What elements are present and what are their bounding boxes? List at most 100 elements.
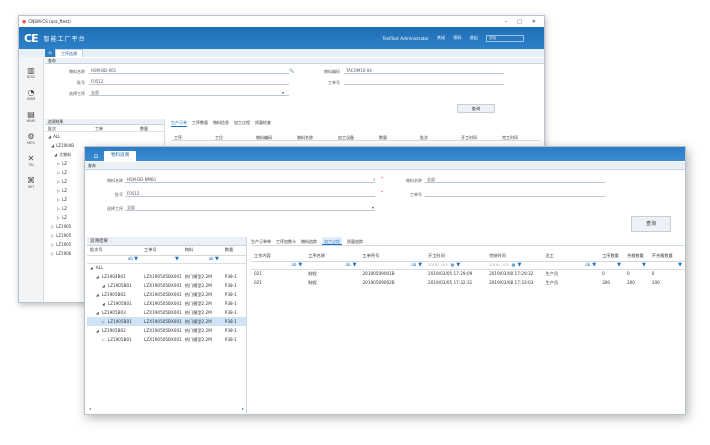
- subtab-1[interactable]: 工序加数卡: [276, 237, 296, 245]
- text-filter-icon[interactable]: ab: [346, 262, 351, 267]
- tree-row[interactable]: ◢ LZ1905B01 LZX190505BX001 热门模型2.2M P38-1: [87, 299, 246, 308]
- work-order-input[interactable]: [425, 191, 605, 197]
- tree-expand-icon[interactable]: ▷: [102, 338, 105, 342]
- back-query-button[interactable]: 查询: [457, 104, 495, 113]
- tree-expand-icon[interactable]: ◢: [96, 311, 99, 315]
- close-button[interactable]: ✕: [532, 19, 536, 25]
- subtab-2[interactable]: 物料信息: [213, 120, 229, 127]
- search-icon[interactable]: 🔍: [289, 68, 294, 73]
- filter-icon[interactable]: ▼: [678, 262, 682, 268]
- tree-row[interactable]: ◢ LZ1905B02 LZX190505BX001 热门模型2.2M P38-1: [87, 290, 246, 299]
- tree-filter-qty[interactable]: [221, 255, 246, 264]
- sidenav-item-mes[interactable]: ⚙ MES: [19, 132, 43, 145]
- grid-filter-0[interactable]: ab ▼: [251, 261, 306, 270]
- home-icon[interactable]: ⌂: [45, 49, 55, 57]
- material-code-input[interactable]: TACOM10-04: [344, 68, 504, 74]
- subtab-4[interactable]: 质量追踪: [347, 237, 363, 245]
- filter-icon[interactable]: ▼: [353, 262, 357, 268]
- search-input[interactable]: 搜索: [486, 34, 524, 42]
- tree-row[interactable]: ◢ ALL: [87, 263, 246, 272]
- tab-material-trace[interactable]: 物料追溯: [104, 151, 136, 161]
- subtab-2[interactable]: 物料追踪: [301, 237, 317, 245]
- text-filter-icon[interactable]: ab: [291, 262, 296, 267]
- filter-icon[interactable]: ▼: [517, 262, 521, 268]
- tree-node[interactable]: ◢ ALL: [48, 132, 164, 141]
- tree-expand-icon[interactable]: ▷: [102, 320, 105, 324]
- sidenav-item-wms[interactable]: ▤ WMS: [19, 110, 43, 123]
- header-link-password[interactable]: 密码: [453, 35, 461, 41]
- date-filter-input[interactable]: 2019/.../03: [489, 263, 509, 267]
- tree-row[interactable]: ▷ LZ1905B01 LZX190505BX001 热门模型2.2M P38-1: [87, 335, 246, 344]
- grid-filter-4[interactable]: 2019/.../03 ▦ ▼: [486, 261, 543, 270]
- filter-icon[interactable]: ▼: [617, 262, 621, 268]
- subtab-3[interactable]: 加工过程: [234, 120, 250, 127]
- tree-expand-icon[interactable]: ◢: [102, 284, 105, 288]
- tab-process-trace[interactable]: 工序追溯: [55, 49, 83, 57]
- tree-expand-icon[interactable]: ◢: [102, 302, 105, 306]
- minimize-button[interactable]: –: [505, 19, 508, 25]
- tree-expand-icon[interactable]: ▷: [57, 206, 60, 211]
- tree-expand-icon[interactable]: ◢: [48, 134, 51, 139]
- tree-expand-icon[interactable]: ▷: [57, 197, 60, 202]
- work-order-input[interactable]: [344, 79, 504, 85]
- tree-filter-order[interactable]: ▼: [141, 255, 182, 264]
- tree-expand-icon[interactable]: ▷: [51, 224, 54, 229]
- maximize-button[interactable]: □: [517, 19, 522, 25]
- sidenav-item-skt[interactable]: ⌘ SKT: [19, 176, 43, 189]
- calendar-icon[interactable]: ▦: [512, 262, 516, 267]
- tree-filter-material[interactable]: ab ▼: [181, 255, 222, 264]
- subtab-1[interactable]: 工序数量: [192, 120, 208, 127]
- grid-filter-1[interactable]: ab ▼: [305, 261, 360, 270]
- tree-expand-icon[interactable]: ◢: [96, 293, 99, 297]
- search-icon[interactable]: ⌕: [373, 177, 376, 183]
- grid-filter-7[interactable]: ▼: [623, 261, 649, 270]
- tree-expand-icon[interactable]: ◢: [96, 275, 99, 279]
- tree-row[interactable]: ◢ LZ1904B01 LZX190505BX001 热门模型2.2M P38-1: [87, 272, 246, 281]
- subtab-4[interactable]: 质量检查: [255, 120, 271, 127]
- sidenav-item-smm[interactable]: ◔ SMM: [19, 88, 43, 101]
- header-link-logout[interactable]: 退出: [470, 35, 478, 41]
- filter-icon[interactable]: ▼: [134, 256, 138, 262]
- home-icon[interactable]: ⌂: [88, 151, 104, 161]
- subtab-0[interactable]: 生产订单单: [251, 237, 271, 245]
- material-name-input[interactable]: HSM-BD-NMB1: [125, 177, 375, 183]
- filter-icon[interactable]: ▼: [642, 262, 646, 268]
- sidenav-item-bod[interactable]: ▥ BOD: [19, 66, 43, 79]
- tree-expand-icon[interactable]: ◢: [54, 152, 57, 157]
- text-filter-icon[interactable]: ab: [585, 262, 590, 267]
- tree-expand-icon[interactable]: ▷: [51, 242, 54, 247]
- front-query-button[interactable]: 查询: [631, 216, 671, 232]
- tree-expand-icon[interactable]: ▷: [57, 179, 60, 184]
- scroll-left-icon[interactable]: ◂: [89, 406, 91, 411]
- material-name-input[interactable]: HSM-BD-001: [89, 68, 289, 74]
- table-row[interactable]: 021 制程 20190509002B 2019/03/05 17:32:31 2019…: [251, 278, 685, 287]
- grid-filter-6[interactable]: ▼: [599, 261, 624, 270]
- filter-icon[interactable]: ▼: [418, 262, 422, 268]
- tree-row[interactable]: ◢ LZ1905B03 LZX190505BX001 热门模型2.2M P38-1: [87, 308, 246, 317]
- filter-icon[interactable]: ▼: [456, 262, 460, 268]
- filter-icon[interactable]: ▼: [175, 256, 179, 262]
- tree-expand-icon[interactable]: ▷: [57, 215, 60, 220]
- grid-filter-3[interactable]: 2019/.../03 ▦ ▼: [425, 261, 487, 270]
- filter-icon[interactable]: ▼: [298, 262, 302, 268]
- filter-icon[interactable]: ▼: [215, 256, 219, 262]
- text-filter-icon[interactable]: ab: [411, 262, 416, 267]
- batch-input[interactable]: F0512: [125, 191, 375, 197]
- tree-expand-icon[interactable]: ▷: [57, 170, 60, 175]
- grid-filter-2[interactable]: ab ▼: [359, 261, 426, 270]
- filter-icon[interactable]: ▼: [592, 262, 596, 268]
- grid-filter-8[interactable]: ▼: [648, 261, 685, 270]
- tree-expand-icon[interactable]: ◢: [51, 143, 54, 148]
- tree-expand-icon[interactable]: ▷: [57, 161, 60, 166]
- sidenav-item-tai[interactable]: ✕ TAI: [19, 154, 43, 167]
- table-row[interactable]: 021 制程 20190509001B 2019/03/05 17:29:09 2019…: [251, 269, 685, 278]
- grid-filter-5[interactable]: ab ▼: [542, 261, 600, 270]
- calendar-icon[interactable]: ▦: [451, 262, 455, 267]
- tree-row[interactable]: ◢ LZ1905B02 LZX190505BX001 热门模型2.2M P38-1: [87, 326, 246, 335]
- tree-expand-icon[interactable]: ▷: [57, 188, 60, 193]
- tree-row[interactable]: ▷ LZ1905B01 LZX190505BX001 热门模型2.2M P38-1: [87, 317, 246, 326]
- tree-expand-icon[interactable]: ▷: [51, 233, 54, 238]
- process-select[interactable]: 全部: [125, 205, 375, 211]
- header-link-close[interactable]: 关闭: [437, 35, 445, 41]
- subtab-3[interactable]: 加工过程: [322, 237, 342, 245]
